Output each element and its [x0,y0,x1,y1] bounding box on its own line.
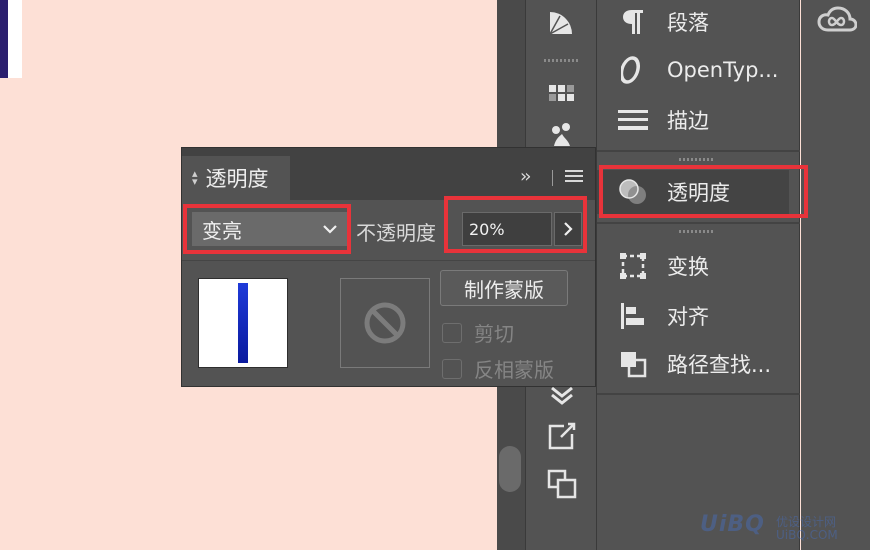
creative-cloud-icon[interactable] [817,6,858,38]
panel-group-grip[interactable] [679,230,713,233]
make-mask-button[interactable]: 制作蒙版 [440,270,568,306]
export-icon[interactable] [546,420,578,452]
clip-label: 剪切 [474,322,514,346]
panel-divider [597,150,800,152]
artboard-edge-dark [0,0,8,78]
pathfinder-icon [617,348,649,380]
invert-mask-option[interactable]: 反相蒙版 [442,354,554,383]
panel-item-label: 段落 [667,11,709,35]
stroke-icon [617,104,649,136]
blend-mode-value: 变亮 [202,218,242,243]
invert-mask-label: 反相蒙版 [474,358,554,382]
watermark-logo: UiBQ [700,512,765,537]
paragraph-icon [617,6,649,38]
clip-checkbox[interactable] [442,322,462,343]
strip-grip[interactable] [544,59,580,62]
clip-option[interactable]: 剪切 [442,318,514,347]
gradient-fan-icon[interactable] [546,6,578,38]
panel-item-label: 对齐 [667,305,709,329]
watermark-line-2: UiBQ.COM [776,528,838,542]
panel-item-label: 透明度 [667,181,730,205]
panel-divider [597,393,800,395]
transparency-panel: ▴ ▾ 透明度 ›› 变亮 不透明度 20% 制作蒙版 剪切 反相蒙版 [181,147,596,387]
artwork-thumbnail[interactable] [198,278,288,368]
swatches-grid-icon[interactable] [546,78,578,110]
thumbnail-blue-bar [238,283,248,363]
chevron-down-icon [323,225,337,234]
opacity-label: 不透明度 [356,221,436,245]
panel-menu-icon[interactable] [565,170,583,184]
align-icon [617,300,649,332]
mask-thumbnail[interactable] [340,278,430,368]
watermark-subtext: 优设设计网 UiBQ.COM [776,516,838,542]
right-dock-column [801,0,870,550]
panel-item-paragraph[interactable]: 段落 [597,0,800,44]
opacity-value: 20% [469,219,505,239]
opacity-slider-toggle[interactable] [554,212,582,246]
panel-group-grip[interactable] [679,158,713,161]
panel-item-transform[interactable]: 变换 [597,244,800,288]
artboards-icon[interactable] [546,468,578,500]
panel-item-label: OpenTyp... [667,58,779,82]
tab-expand-arrows-icon[interactable]: ▴ ▾ [192,168,198,187]
collapsed-panel-list: 段落 OpenTyp... 描边 透明度 变换 对齐 路径查找... [597,0,800,550]
chevron-right-icon [564,222,573,236]
panel-item-label: 路径查找... [667,353,772,377]
invert-mask-checkbox[interactable] [442,358,462,379]
panel-item-align[interactable]: 对齐 [597,294,800,338]
panel-item-label: 变换 [667,255,709,279]
panel-item-stroke[interactable]: 描边 [597,98,800,142]
panel-item-label: 描边 [667,109,709,133]
panel-divider [597,222,800,224]
transform-icon [617,250,649,282]
tab-label: 透明度 [205,167,269,191]
tab-transparency[interactable]: ▴ ▾ 透明度 [182,156,290,200]
blend-mode-dropdown[interactable]: 变亮 [192,212,347,246]
panel-header[interactable]: ▴ ▾ 透明度 ›› [182,148,595,200]
collapse-double-chevron-icon[interactable]: ›› [520,166,532,187]
opentype-icon [617,54,649,86]
transparency-icon [617,176,649,208]
header-separator [552,170,553,186]
panel-rule [182,260,595,261]
scrollbar-thumb[interactable] [499,446,521,492]
panel-item-transparency[interactable]: 透明度 [597,170,789,214]
no-mask-icon [364,302,406,344]
opacity-input[interactable]: 20% [462,212,552,246]
panel-item-opentype[interactable]: OpenTyp... [597,48,800,92]
panel-item-pathfinder[interactable]: 路径查找... [597,342,800,386]
